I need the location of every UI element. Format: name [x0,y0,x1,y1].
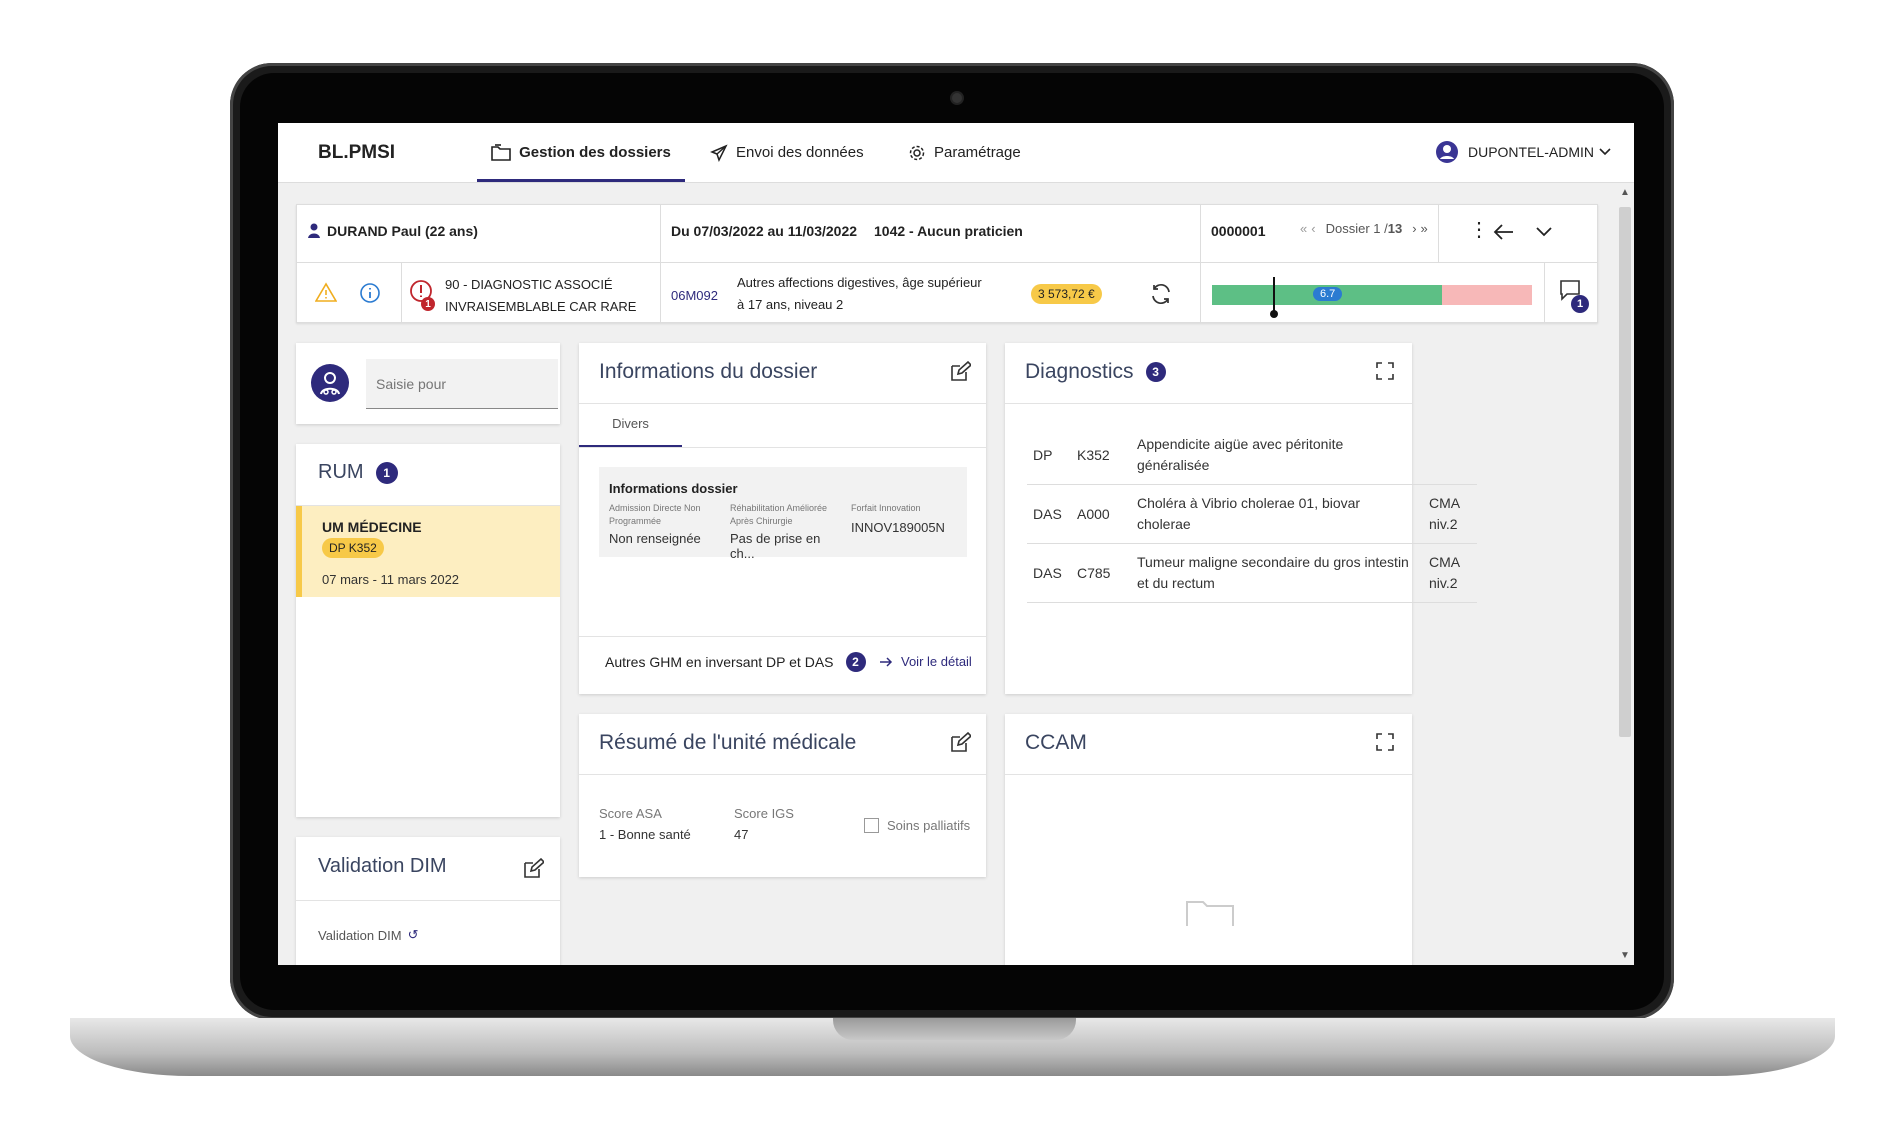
send-icon [710,144,728,162]
saisie-card [296,343,560,424]
arrow-right-icon [880,656,893,667]
dossier-label: Dossier 1 / [1325,221,1388,236]
next-page-icon[interactable]: › [1412,221,1416,236]
doctor-icon [311,364,349,402]
validation-title: Validation DIM [318,855,447,877]
user-menu[interactable]: DUPONTEL-ADMIN [1435,141,1612,163]
expand-icon[interactable] [1375,732,1395,752]
other-ghm: Autres GHM en inversant DP et DAS 2 [605,642,866,682]
field-admission: Admission Directe Non Programmée Non ren… [609,503,701,546]
patient-name: DURAND Paul (22 ans) [307,223,478,239]
more-options-icon[interactable]: ⋮ [1469,217,1489,242]
person-icon [308,223,320,238]
comments-count-badge: 1 [1571,295,1589,313]
resume-card: Résumé de l'unité médicale Score ASA 1 -… [579,714,986,877]
diagnostics-table: DP K352 Appendicite aigüe avec péritonit… [1027,426,1477,603]
rum-card: RUM 1 UM MÉDECINE DP K352 07 mars - 11 m… [296,444,560,817]
last-page-icon[interactable]: » [1421,221,1428,236]
edit-icon[interactable] [949,361,971,383]
ccam-title: CCAM [1025,731,1087,754]
dossier-total: 13 [1387,221,1403,236]
amount-badge: 3 573,72 € [1031,284,1102,304]
dossier-id: 0000001 [1211,223,1266,239]
detail-link[interactable]: Voir le détail [879,654,972,669]
expand-icon[interactable] [1375,361,1395,381]
unit-name: UM MÉDECINE [322,519,422,535]
tab-parametrage[interactable]: Paramétrage [908,123,1021,182]
tab-label: Gestion des dossiers [519,144,671,161]
diagnostics-card: Diagnostics 3 DP K352 Appendicite aigüe … [1005,343,1477,694]
ghm-label: Autres affections digestives, âge supéri… [737,275,982,312]
tab-gestion-dossiers[interactable]: Gestion des dossiers [477,123,685,182]
prev-page-icon[interactable]: ‹ [1311,221,1315,236]
informations-card: Informations du dossier Divers Informati… [579,343,986,694]
top-bar: BL.PMSI Gestion des dossiers Envoi des d… [278,123,1634,183]
box-title: Informations dossier [609,481,738,496]
ghm-code[interactable]: 06M092 [671,288,718,303]
dp-badge: DP K352 [322,538,384,558]
rum-period: 07 mars - 11 mars 2022 [322,572,460,587]
validation-label: Validation DIM ↺ [318,927,419,943]
diagnostics-title: Diagnostics 3 [1025,360,1166,384]
refresh-icon[interactable] [1149,282,1173,306]
empty-folder-icon [1186,901,1234,926]
laptop-notch [833,1018,1076,1040]
tab-envoi-donnees[interactable]: Envoi des données [710,123,864,182]
history-icon[interactable]: ↺ [408,927,419,943]
score-asa: Score ASA 1 - Bonne santé [599,806,691,842]
rum-item[interactable]: UM MÉDECINE DP K352 07 mars - 11 mars 20… [296,506,560,597]
error-count-badge: 1 [421,297,435,311]
score-marker [1270,277,1278,318]
scroll-down-icon[interactable]: ▼ [1620,950,1630,961]
warning-icon[interactable] [315,282,337,302]
field-forfait: Forfait Innovation INNOV189005N [851,503,945,535]
tab-divers[interactable]: Divers [579,405,682,447]
field-rehabilitation: Réhabilitation Améliorée Après Chirurgie… [730,503,828,561]
palliatifs-checkbox[interactable]: Soins palliatifs [864,818,970,833]
tab-label: Paramétrage [934,144,1021,161]
score-value: 6.7 [1313,287,1343,301]
table-row[interactable]: DAS A000 Choléra à Vibrio cholerae 01, b… [1027,484,1477,544]
table-row[interactable]: DP K352 Appendicite aigüe avec péritonit… [1027,426,1477,485]
rum-title: RUM 1 [318,461,398,484]
first-page-icon[interactable]: « [1300,221,1307,236]
stay-dates: Du 07/03/2022 au 11/03/2022 [671,223,858,239]
user-name: DUPONTEL-ADMIN [1467,144,1594,160]
chevron-down-icon[interactable] [1535,226,1553,238]
avatar-icon [1435,141,1458,163]
saisie-pour-input[interactable] [366,359,558,409]
chevron-down-icon [1599,148,1611,156]
scrollbar[interactable]: ▲ ▼ [1616,183,1634,965]
error-indicator[interactable]: 1 [409,279,439,313]
error-message: 90 - DIAGNOSTIC ASSOCIÉ INVRAISEMBLABLE … [445,277,637,314]
diagnostics-count-badge: 3 [1145,362,1166,382]
other-ghm-count-badge: 2 [845,652,866,672]
table-row[interactable]: DAS C785 Tumeur maligne secondaire du gr… [1027,543,1477,603]
edit-icon[interactable] [522,858,544,880]
brand-logo[interactable]: BL.PMSI [318,142,395,164]
practitioner: 1042 - Aucun praticien [874,223,1023,239]
app-screen: BL.PMSI Gestion des dossiers Envoi des d… [278,123,1634,965]
validation-card: Validation DIM Validation DIM ↺ [296,837,560,965]
score-bar: 6.7 [1212,277,1532,318]
rum-count-badge: 1 [375,461,398,484]
folder-icon [491,143,511,161]
tab-label: Envoi des données [736,144,864,161]
arrow-left-icon[interactable] [1493,223,1515,241]
scrollbar-thumb[interactable] [1619,207,1631,737]
patient-header: DURAND Paul (22 ans) Du 07/03/2022 au 11… [296,204,1598,323]
camera [952,93,962,103]
gear-icon [909,145,925,160]
checkbox-box[interactable] [864,818,879,833]
dossier-pager: « ‹ Dossier 1 / 13 › » [1300,221,1428,236]
resume-title: Résumé de l'unité médicale [599,731,857,754]
score-igs: Score IGS 47 [734,806,794,842]
scroll-up-icon[interactable]: ▲ [1620,187,1630,198]
informations-title: Informations du dossier [599,360,818,383]
comments-button[interactable]: 1 [1559,279,1589,313]
edit-icon[interactable] [949,732,971,754]
ccam-card: CCAM [1005,714,1412,965]
informations-box: Informations dossier Admission Directe N… [599,467,967,561]
info-icon[interactable] [359,282,381,304]
